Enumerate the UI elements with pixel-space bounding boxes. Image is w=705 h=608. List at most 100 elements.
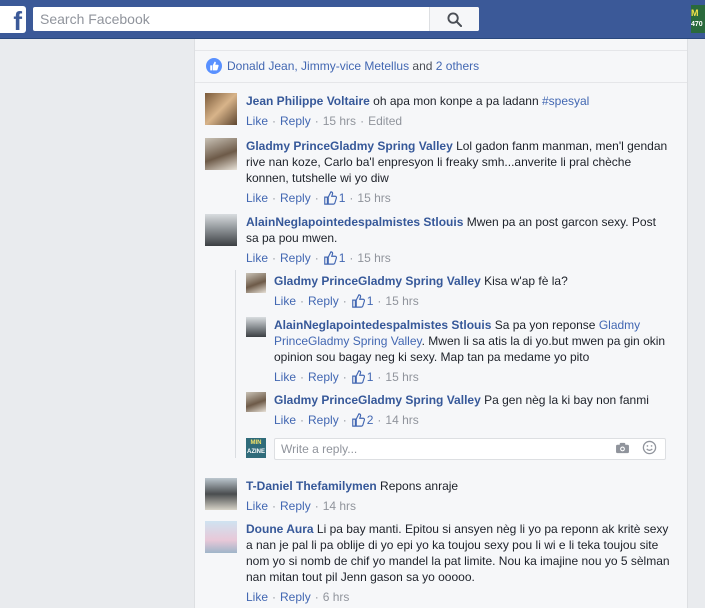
divider [195,50,687,51]
like-count[interactable]: 1 [367,293,374,309]
like-count[interactable]: 1 [339,190,346,206]
avatar[interactable] [246,317,266,337]
reply-button[interactable]: Reply [280,190,311,206]
like-button[interactable]: Like [246,589,268,605]
timestamp[interactable]: 14 hrs [323,498,356,514]
thumbs-up-icon [323,191,337,205]
separator: · [377,413,382,427]
separator: · [314,191,319,205]
comment-author[interactable]: Gladmy PrinceGladmy Spring Valley [246,139,453,153]
timestamp[interactable]: 6 hrs [323,589,350,605]
like-reaction-icon [206,58,222,74]
timestamp[interactable]: 15 hrs [385,293,418,309]
reply-button[interactable]: Reply [308,293,339,309]
reply-button[interactable]: Reply [280,113,311,129]
reply-composer [274,438,666,460]
facebook-logo-icon[interactable]: f [0,6,26,33]
thumbs-up-icon [351,413,365,427]
search-box [33,7,479,31]
corner-badge-top: M [691,8,699,18]
corner-thumbnail[interactable]: M 470 [691,5,705,33]
separator: · [314,499,319,513]
like-button[interactable]: Like [274,293,296,309]
camera-icon[interactable] [615,442,630,457]
separator: · [272,114,277,128]
like-button[interactable]: Like [246,498,268,514]
separator: · [300,294,305,308]
separator: · [342,294,347,308]
edited-label[interactable]: Edited [368,113,402,129]
reply-thread-line [235,270,236,458]
hashtag-link[interactable]: #spesyal [542,94,589,108]
separator: · [272,191,277,205]
comment-author[interactable]: Doune Aura [246,522,314,536]
top-bar: f M 470 [0,0,705,39]
separator: · [377,294,382,308]
like-button[interactable]: Like [246,190,268,206]
write-reply-input[interactable] [275,439,615,459]
reply-button[interactable]: Reply [280,250,311,266]
like-button[interactable]: Like [246,113,268,129]
avatar[interactable] [205,521,237,553]
reply-button[interactable]: Reply [308,412,339,428]
avatar[interactable] [205,214,237,246]
likes-summary: Donald Jean, Jimmy-vice Metellus and 2 o… [206,58,479,74]
reply-text: Kisa w'ap fè la? [480,274,568,288]
separator: · [349,251,354,265]
comment-author[interactable]: Jean Philippe Voltaire [246,94,370,108]
separator: · [272,499,277,513]
separator: · [349,191,354,205]
like-button[interactable]: Like [274,412,296,428]
emoji-icon[interactable] [642,440,657,458]
avatar[interactable] [246,392,266,412]
separator: · [314,251,319,265]
divider [195,82,687,83]
comment-text: oh apa mon konpe a pa ladann [369,94,542,108]
separator: · [342,370,347,384]
separator: · [377,370,382,384]
timestamp[interactable]: 14 hrs [385,412,418,428]
reply-button[interactable]: Reply [280,589,311,605]
separator: · [300,370,305,384]
reply-author[interactable]: Gladmy PrinceGladmy Spring Valley [274,274,481,288]
reply-author[interactable]: AlainNeglapointedespalmistes Stlouis [274,318,491,332]
like-button[interactable]: Like [246,250,268,266]
separator: · [314,114,319,128]
timestamp[interactable]: 15 hrs [385,369,418,385]
comment-author[interactable]: AlainNeglapointedespalmistes Stlouis [246,215,463,229]
likers-names-link[interactable]: Donald Jean, Jimmy-vice Metellus [227,59,409,73]
separator: · [314,590,319,604]
like-count[interactable]: 1 [339,250,346,266]
avatar[interactable] [205,478,237,510]
separator: · [272,590,277,604]
separator: · [360,114,365,128]
avatar-text-bottom: AZINE [247,449,265,455]
likers-others-link[interactable]: 2 others [436,59,479,73]
timestamp[interactable]: 15 hrs [357,250,390,266]
thumbs-up-icon [351,370,365,384]
thumbs-up-icon [351,294,365,308]
search-icon [447,11,462,27]
timestamp[interactable]: 15 hrs [323,113,356,129]
thumbs-up-icon [323,251,337,265]
reply-button[interactable]: Reply [308,369,339,385]
comment-text: Repons anraje [376,479,459,493]
separator: · [272,251,277,265]
avatar[interactable] [246,273,266,293]
search-input[interactable] [33,7,429,31]
search-button[interactable] [429,7,479,31]
timestamp[interactable]: 15 hrs [357,190,390,206]
likes-and: and [409,59,436,73]
separator: · [300,413,305,427]
avatar[interactable] [205,93,237,125]
comment-author[interactable]: T-Daniel Thefamilymen [246,479,377,493]
reply-author[interactable]: Gladmy PrinceGladmy Spring Valley [274,393,481,407]
avatar[interactable] [205,138,237,170]
reply-text: Pa gen nèg la ki bay non fanmi [480,393,649,407]
like-button[interactable]: Like [274,369,296,385]
reply-composer-avatar: MIN AZINE [246,438,266,458]
like-count[interactable]: 2 [367,412,374,428]
reply-button[interactable]: Reply [280,498,311,514]
corner-badge-bottom: 470 [691,21,703,28]
like-count[interactable]: 1 [367,369,374,385]
